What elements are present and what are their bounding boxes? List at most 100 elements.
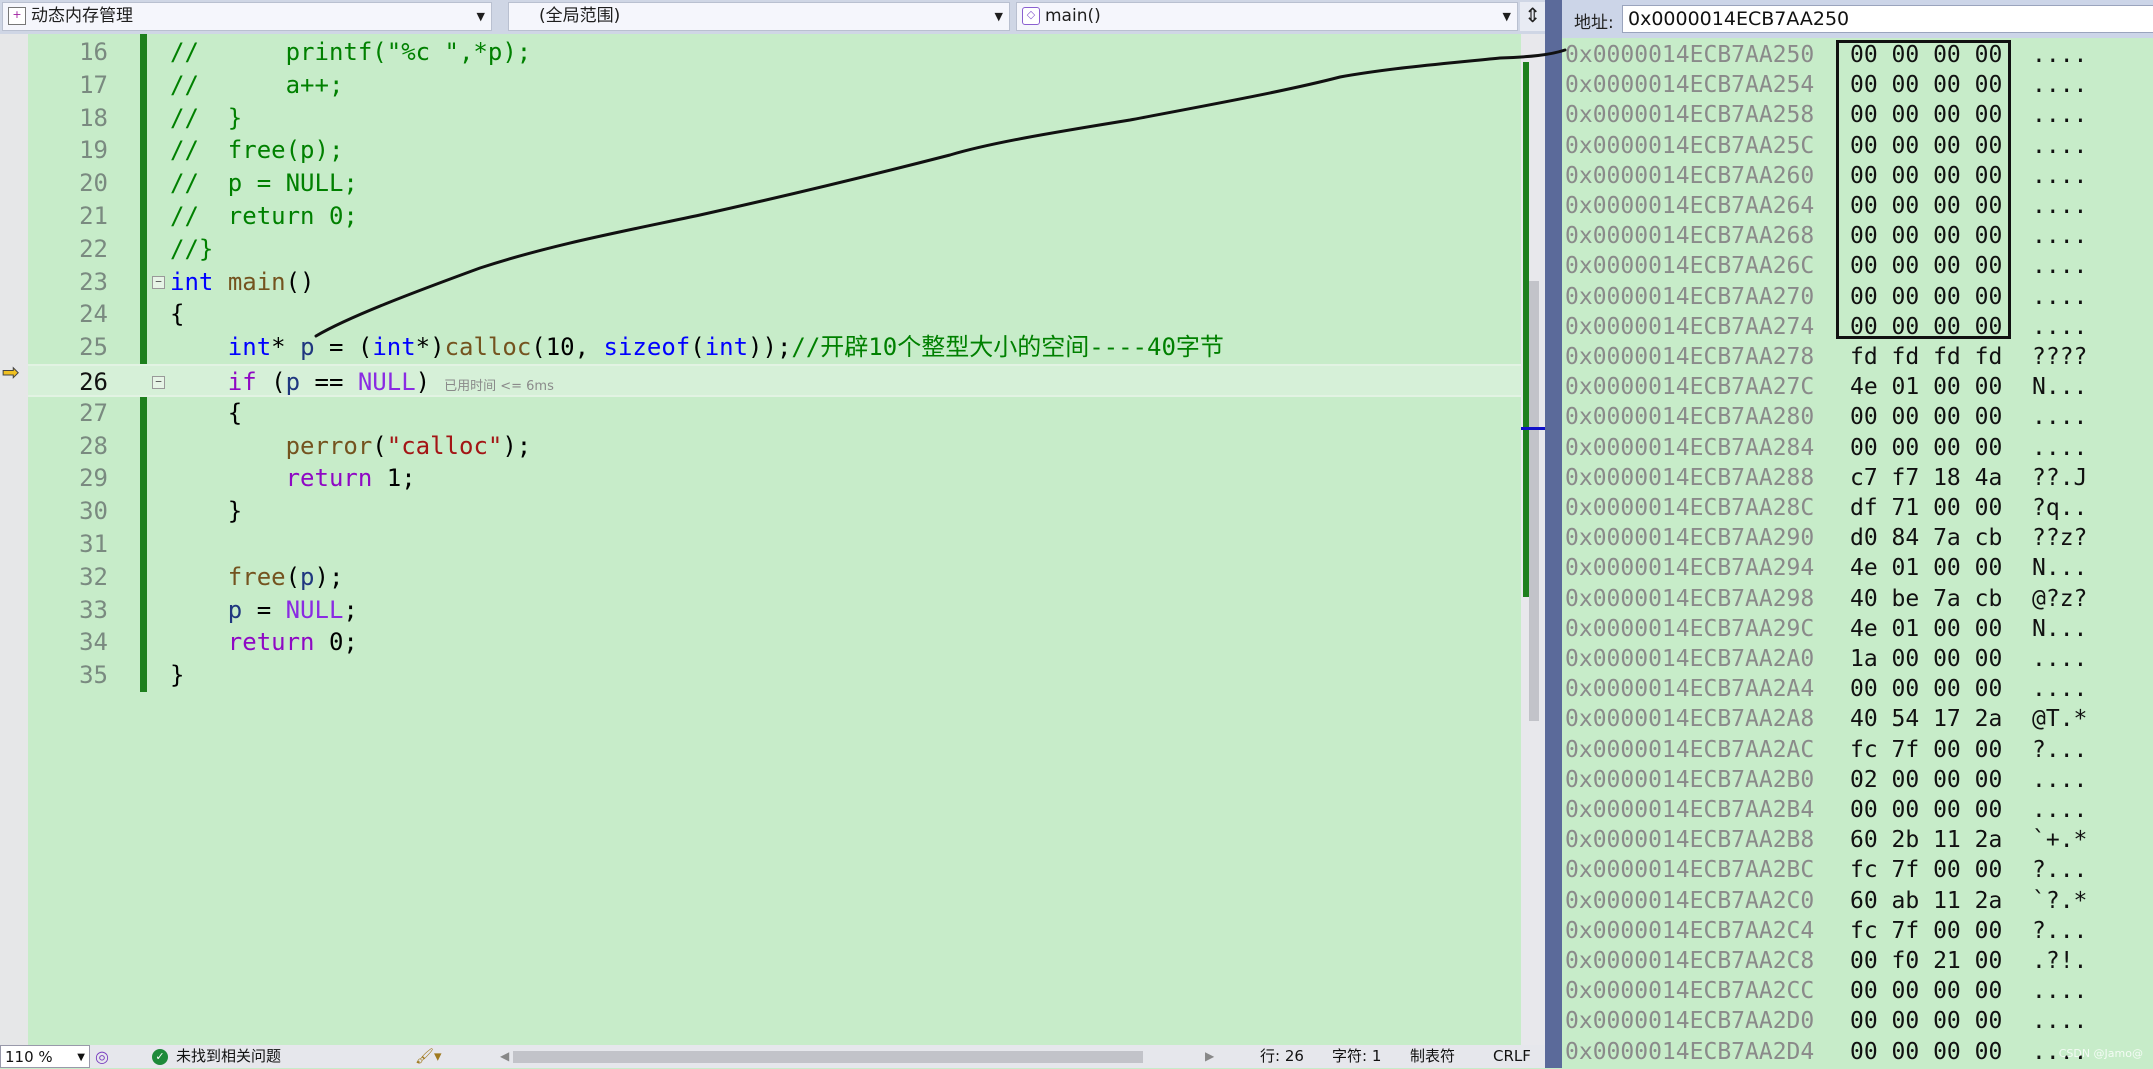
code-token: ==: [300, 368, 358, 396]
memory-ascii: ....: [2032, 42, 2088, 68]
code-token: // return 0;: [170, 202, 358, 230]
memory-ascii: ?q..: [2032, 495, 2088, 521]
memory-bytes: 4e 01 00 00: [1850, 555, 2003, 582]
memory-ascii: ????: [2032, 344, 2088, 370]
fold-toggle-icon[interactable]: −: [152, 275, 165, 289]
address-input[interactable]: 0x0000014ECB7AA250: [1622, 5, 2153, 33]
memory-ascii: ....: [2032, 102, 2088, 129]
project-icon: +: [8, 7, 26, 25]
memory-address: 0x0000014ECB7AA258: [1565, 102, 1815, 129]
code-token: p: [227, 595, 243, 624]
zoom-dropdown[interactable]: 110 % ▼: [0, 1045, 90, 1068]
address-bar: 地址: 0x0000014ECB7AA250: [1562, 0, 2153, 38]
code-token: //}: [170, 234, 214, 263]
code-editor[interactable]: 16 // printf("%c ",*p); 17 // a++; 18 // } 19 /…: [28, 34, 1521, 1045]
memory-address: 0x0000014ECB7AA29C: [1565, 615, 1815, 642]
code-token: int: [704, 333, 749, 362]
code-token: (): [285, 267, 315, 296]
code-line[interactable]: 26 if (p == NULL) 已用时间 <= 6ms −: [28, 364, 1521, 397]
perf-tip[interactable]: 已用时间 <= 6ms: [444, 379, 554, 394]
memory-window: 地址: 0x0000014ECB7AA250 0x0000014ECB7AA25…: [1562, 0, 2153, 1068]
editor-vertical-scrollbar[interactable]: [1521, 34, 1545, 1045]
code-text: //}: [170, 233, 213, 266]
code-line[interactable]: 30 }: [28, 495, 1521, 528]
code-token: ): [415, 368, 431, 396]
code-token: (: [372, 431, 387, 460]
code-line[interactable]: 33 p = NULL;: [28, 594, 1521, 627]
code-line[interactable]: 21 // return 0;: [28, 200, 1521, 233]
line-indicator[interactable]: 行: 26: [1260, 1045, 1304, 1068]
function-label: main(): [1045, 6, 1101, 26]
zoom-value: 110 %: [5, 1048, 53, 1066]
code-token: );: [502, 431, 532, 460]
code-token: (: [256, 368, 286, 396]
memory-ascii: ....: [2032, 797, 2088, 823]
highlight-box: [1836, 40, 2011, 339]
code-line[interactable]: 22 //}: [28, 233, 1521, 266]
pane-splitter[interactable]: [1545, 0, 1562, 1068]
code-line[interactable]: 24 {: [28, 298, 1521, 331]
code-token: // printf("%c ",*p);: [170, 38, 532, 66]
memory-ascii: ??.J: [2032, 464, 2088, 491]
code-token: NULL: [357, 368, 416, 396]
code-line[interactable]: 17 // a++;: [28, 69, 1521, 102]
code-text: // }: [170, 102, 242, 135]
memory-bytes: 40 54 17 2a: [1850, 706, 2003, 733]
memory-address: 0x0000014ECB7AA2A0: [1565, 646, 1815, 672]
code-line[interactable]: 16 // printf("%c ",*p);: [28, 36, 1521, 69]
code-line[interactable]: 34 return 0;: [28, 626, 1521, 659]
code-token: );: [314, 562, 344, 591]
chevron-down-icon: ▼: [476, 10, 485, 23]
code-line[interactable]: 23 int main() −: [28, 266, 1521, 299]
memory-ascii: N...: [2032, 374, 2088, 401]
intellicode-icon[interactable]: ◎: [95, 1045, 109, 1068]
code-token: ));: [748, 333, 792, 362]
code-text: p = NULL;: [170, 594, 358, 627]
code-line[interactable]: 19 // free(p);: [28, 134, 1521, 167]
memory-ascii: ....: [2032, 253, 2088, 280]
issues-status[interactable]: 未找到相关问题: [176, 1045, 281, 1068]
breakpoint-margin[interactable]: ➡: [0, 34, 28, 1045]
memory-bytes: fd fd fd fd: [1850, 344, 2003, 370]
code-line[interactable]: 28 perror("calloc");: [28, 430, 1521, 463]
line-number: 20: [79, 169, 108, 198]
split-window-button[interactable]: ⇕: [1520, 2, 1545, 31]
code-token: }: [170, 661, 185, 690]
code-line[interactable]: 32 free(p);: [28, 561, 1521, 594]
project-dropdown[interactable]: + 动态内存管理 ▼: [2, 2, 492, 31]
cleanup-brush-icon[interactable]: 🖌▾: [415, 1045, 442, 1068]
memory-ascii: `+.*: [2032, 827, 2088, 854]
code-line[interactable]: 20 // p = NULL;: [28, 167, 1521, 200]
memory-bytes: 00 00 00 00: [1850, 434, 2003, 461]
code-token: p: [300, 562, 315, 591]
code-line[interactable]: 29 return 1;: [28, 462, 1521, 495]
eol-indicator[interactable]: CRLF: [1493, 1045, 1531, 1068]
code-text: return 0;: [170, 626, 358, 659]
code-text: int main(): [170, 266, 315, 299]
memory-address: 0x0000014ECB7AA298: [1565, 585, 1815, 612]
code-line[interactable]: 27 {: [28, 397, 1521, 430]
tabs-indicator[interactable]: 制表符: [1410, 1045, 1455, 1068]
code-line[interactable]: 31: [28, 528, 1521, 561]
scroll-right-icon[interactable]: ▶: [1205, 1045, 1214, 1068]
check-icon: ✓: [152, 1049, 168, 1065]
function-dropdown[interactable]: ◇ main() ▼: [1016, 2, 1518, 31]
memory-address: 0x0000014ECB7AA2A4: [1565, 676, 1815, 703]
memory-bytes: 60 2b 11 2a: [1850, 827, 2003, 854]
scroll-left-icon[interactable]: ◀: [500, 1045, 509, 1068]
memory-address: 0x0000014ECB7AA2B4: [1565, 797, 1815, 823]
chevron-down-icon: ▼: [994, 10, 1003, 23]
memory-bytes: 40 be 7a cb: [1850, 585, 2003, 612]
scope-dropdown[interactable]: (全局范围) ▼: [508, 2, 1010, 31]
fold-toggle-icon[interactable]: −: [152, 376, 165, 389]
horizontal-scrollbar[interactable]: [513, 1051, 1143, 1063]
scrollbar-thumb[interactable]: [1529, 281, 1539, 721]
code-line[interactable]: 18 // }: [28, 102, 1521, 135]
line-number: 21: [79, 202, 108, 230]
char-indicator[interactable]: 字符: 1: [1332, 1045, 1381, 1068]
code-line[interactable]: 35}: [28, 659, 1521, 692]
code-line[interactable]: 25 int* p = (int*)calloc(10, sizeof(int)…: [28, 331, 1521, 364]
memory-address: 0x0000014ECB7AA27C: [1565, 374, 1815, 401]
